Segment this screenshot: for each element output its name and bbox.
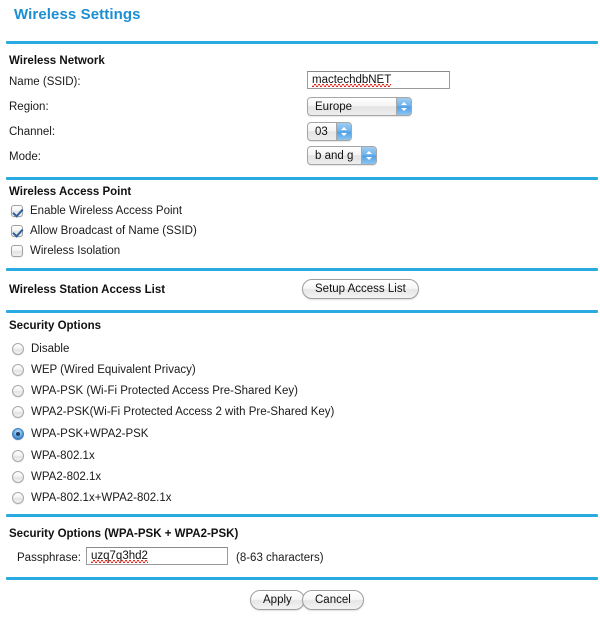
radio-row-wpa2-802-1x[interactable]: WPA2-802.1x [12, 470, 101, 484]
checkbox-row-wireless-isolation[interactable]: Wireless Isolation [11, 244, 120, 258]
chevron-updown-icon [396, 98, 411, 115]
divider-after-network [6, 177, 598, 180]
radio-wpa-802-1x[interactable] [12, 450, 24, 462]
radio-label-wpa-psk: WPA-PSK (Wi-Fi Protected Access Pre-Shar… [31, 385, 298, 397]
channel-select-value: 03 [315, 125, 328, 138]
radio-label-wpa2-psk: WPA2-PSK(Wi-Fi Protected Access 2 with P… [31, 406, 335, 418]
wireless-settings-page: Wireless Settings Wireless Network Name … [0, 0, 600, 620]
radio-row-wep[interactable]: WEP (Wired Equivalent Privacy) [12, 363, 196, 377]
checkbox-enable-ap[interactable] [11, 205, 23, 217]
radio-row-wpa2-psk[interactable]: WPA2-PSK(Wi-Fi Protected Access 2 with P… [12, 405, 334, 419]
cancel-button[interactable]: Cancel [302, 590, 364, 610]
label-passphrase: Passphrase: [17, 552, 81, 564]
checkbox-label-enable-ap: Enable Wireless Access Point [30, 205, 183, 217]
chevron-updown-icon [361, 147, 376, 164]
chevron-updown-icon [336, 123, 351, 140]
radio-disable[interactable] [12, 343, 24, 355]
label-channel: Channel: [9, 126, 56, 138]
passphrase-hint: (8-63 characters) [236, 552, 324, 564]
region-select[interactable]: Europe [307, 97, 412, 116]
setup-access-list-button[interactable]: Setup Access List [302, 279, 419, 299]
checkbox-row-allow-broadcast[interactable]: Allow Broadcast of Name (SSID) [11, 224, 197, 238]
radio-wpa2-psk[interactable] [12, 406, 24, 418]
radio-wpa-psk-wpa2-psk[interactable] [12, 428, 24, 440]
radio-label-wpa-802-1x-wpa2-802-1x: WPA-802.1x+WPA2-802.1x [31, 492, 172, 504]
checkbox-row-enable-ap[interactable]: Enable Wireless Access Point [11, 204, 182, 218]
apply-button[interactable]: Apply [250, 590, 305, 610]
label-ssid: Name (SSID): [9, 76, 81, 88]
label-region: Region: [9, 101, 49, 113]
radio-label-wpa-802-1x: WPA-802.1x [31, 450, 95, 462]
section-heading-passphrase: Security Options (WPA-PSK + WPA2-PSK) [9, 528, 239, 540]
radio-row-wpa-psk[interactable]: WPA-PSK (Wi-Fi Protected Access Pre-Shar… [12, 384, 298, 398]
radio-row-wpa-802-1x[interactable]: WPA-802.1x [12, 449, 95, 463]
checkbox-allow-broadcast[interactable] [11, 225, 23, 237]
radio-row-disable[interactable]: Disable [12, 342, 69, 356]
divider-top [6, 41, 598, 44]
checkbox-label-wireless-isolation: Wireless Isolation [30, 245, 121, 257]
section-heading-station-access-list: Wireless Station Access List [9, 284, 166, 296]
section-heading-access-point: Wireless Access Point [9, 186, 132, 198]
section-heading-wireless-network: Wireless Network [9, 55, 105, 67]
radio-wpa-psk[interactable] [12, 385, 24, 397]
radio-label-wep: WEP (Wired Equivalent Privacy) [31, 364, 196, 376]
divider-after-access-point [6, 268, 598, 271]
radio-wpa-802-1x-wpa2-802-1x[interactable] [12, 492, 24, 504]
page-title: Wireless Settings [14, 6, 141, 23]
checkbox-wireless-isolation[interactable] [11, 245, 23, 257]
region-select-value: Europe [315, 100, 353, 113]
channel-select[interactable]: 03 [307, 122, 352, 141]
radio-wpa2-802-1x[interactable] [12, 471, 24, 483]
ssid-input[interactable] [307, 71, 450, 89]
checkbox-label-allow-broadcast: Allow Broadcast of Name (SSID) [30, 225, 197, 237]
radio-row-wpa-802-1x-wpa2-802-1x[interactable]: WPA-802.1x+WPA2-802.1x [12, 491, 172, 505]
radio-label-wpa-psk-wpa2-psk: WPA-PSK+WPA2-PSK [31, 428, 149, 440]
radio-label-disable: Disable [31, 343, 70, 355]
radio-wep[interactable] [12, 364, 24, 376]
mode-select-value: b and g [315, 149, 354, 162]
divider-footer [6, 577, 598, 580]
radio-label-wpa2-802-1x: WPA2-802.1x [31, 471, 102, 483]
section-heading-security-options: Security Options [9, 320, 102, 332]
divider-after-security-options [6, 514, 598, 517]
label-mode: Mode: [9, 151, 41, 163]
mode-select[interactable]: b and g [307, 146, 377, 165]
radio-row-wpa-psk-wpa2-psk[interactable]: WPA-PSK+WPA2-PSK [12, 427, 148, 441]
divider-after-station-list [6, 310, 598, 313]
passphrase-input[interactable] [86, 547, 228, 565]
